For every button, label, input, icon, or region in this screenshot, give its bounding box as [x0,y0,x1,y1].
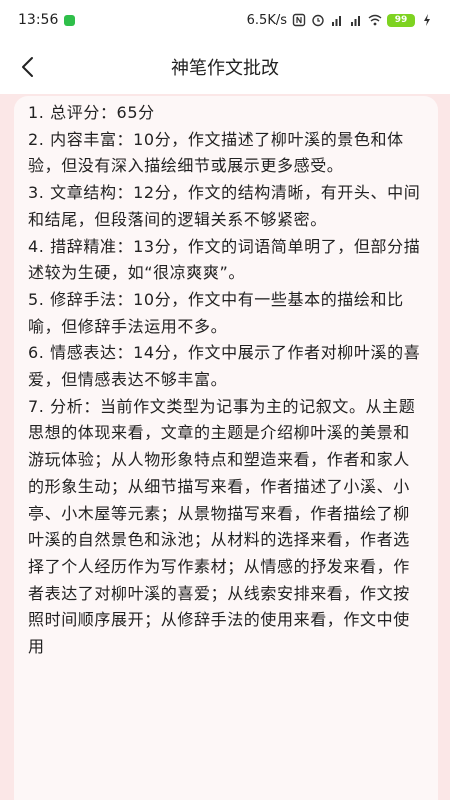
battery-icon: 99 [387,13,415,27]
alarm-icon [312,14,324,27]
hd-signal-icon [332,16,341,26]
status-left: 13:56 [18,12,76,28]
page-title: 神笔作文批改 [171,58,279,79]
status-bar: 13:56 6.5K/s 99 [0,0,450,40]
back-button[interactable] [12,52,42,82]
hd-signal-icon [351,16,360,26]
app-header: 神笔作文批改 [0,40,450,94]
charging-icon [424,14,430,26]
correction-result-text: 1. 总评分：65分 2. 内容丰富：10分，作文描述了柳叶溪的景色和体验，但没… [28,103,421,657]
chevron-left-icon [22,57,33,77]
wifi-icon [368,14,382,26]
status-time: 13:56 [18,12,59,28]
status-right: 6.5K/s 99 [247,13,434,28]
network-speed: 6.5K/s [246,12,287,28]
app-notification-icon [64,14,76,26]
nfc-icon [292,13,306,27]
correction-result-card[interactable]: 1. 总评分：65分 2. 内容丰富：10分，作文描述了柳叶溪的景色和体验，但没… [14,96,438,800]
